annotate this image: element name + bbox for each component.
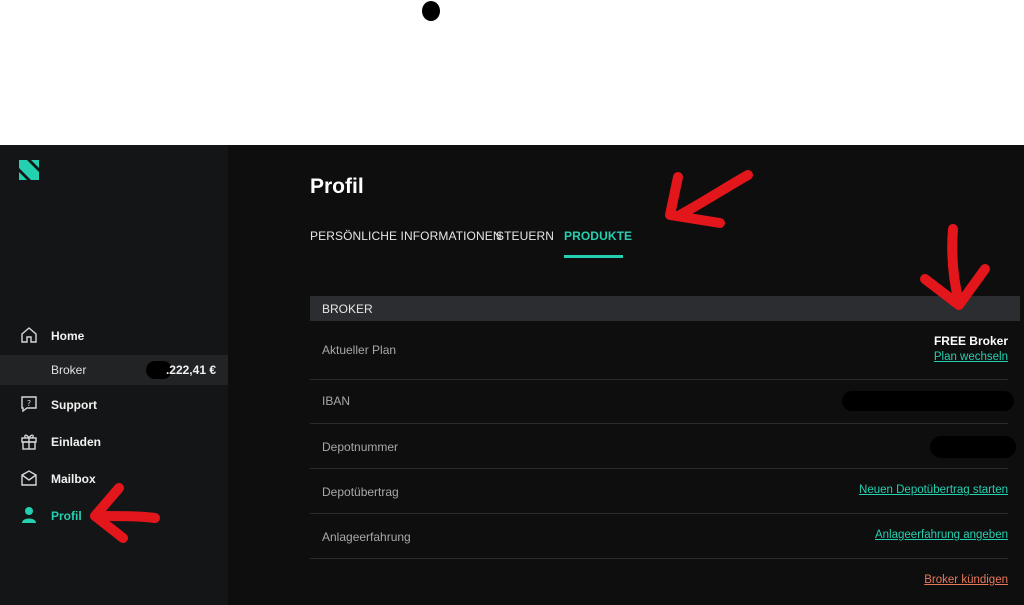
change-plan-link[interactable]: Plan wechseln bbox=[934, 351, 1008, 363]
page-title: Profil bbox=[310, 175, 364, 198]
sidebar-item-label: Einladen bbox=[51, 435, 102, 449]
main-content: Profil PERSÖNLICHE INFORMATIONEN STEUERN… bbox=[228, 145, 1024, 605]
sidebar-item-label: Support bbox=[51, 398, 97, 412]
row-label: Depotnummer bbox=[322, 440, 399, 454]
home-icon bbox=[21, 327, 37, 343]
annotation-arrow-icon bbox=[90, 483, 160, 543]
row-label: Depotübertrag bbox=[322, 485, 399, 499]
sidebar-item-label: Home bbox=[51, 329, 85, 343]
row-label: Anlageerfahrung bbox=[322, 530, 411, 544]
start-depot-transfer-link[interactable]: Neuen Depotübertrag starten bbox=[859, 484, 1008, 496]
svg-text:?: ? bbox=[27, 399, 31, 408]
row-depot-transfer: Depotübertrag Neuen Depotübertrag starte… bbox=[310, 469, 1008, 514]
brand-logo-icon bbox=[19, 160, 39, 180]
annotation-arrow-icon bbox=[665, 170, 753, 228]
section-header-broker: BROKER bbox=[310, 296, 1020, 321]
add-investment-experience-link[interactable]: Anlageerfahrung angeben bbox=[875, 529, 1008, 541]
row-label: Aktueller Plan bbox=[322, 343, 397, 357]
tab-persoenliche-informationen[interactable]: PERSÖNLICHE INFORMATIONEN bbox=[310, 229, 502, 243]
cancel-broker-link[interactable]: Broker kündigen bbox=[924, 574, 1008, 586]
broker-balance: .222,41 € bbox=[165, 363, 216, 377]
row-depot-number: Depotnummer bbox=[310, 424, 1016, 469]
sidebar-item-broker[interactable]: Broker .222,41 € bbox=[0, 355, 228, 385]
row-cancel-broker: Broker kündigen bbox=[310, 559, 1008, 603]
sidebar-item-label: Profil bbox=[51, 509, 82, 523]
redaction-mark bbox=[930, 436, 1016, 458]
row-iban: IBAN bbox=[310, 379, 1014, 424]
sidebar-item-label: Broker bbox=[51, 363, 87, 377]
row-label: IBAN bbox=[322, 394, 351, 408]
section-title: BROKER bbox=[322, 302, 373, 316]
redaction-mark bbox=[842, 391, 1014, 411]
sidebar-item-home[interactable]: Home bbox=[0, 321, 228, 351]
sidebar-item-support[interactable]: ? Support bbox=[0, 390, 228, 420]
row-current-plan: Aktueller Plan FREE Broker Plan wechseln bbox=[310, 321, 1008, 380]
plan-value: FREE Broker bbox=[933, 334, 1008, 348]
row-investment-experience: Anlageerfahrung Anlageerfahrung angeben bbox=[310, 514, 1008, 559]
tab-produkte[interactable]: PRODUKTE bbox=[564, 229, 632, 243]
gift-icon bbox=[21, 434, 37, 450]
tab-steuern[interactable]: STEUERN bbox=[496, 229, 554, 243]
sidebar-item-einladen[interactable]: Einladen bbox=[0, 427, 228, 457]
app-window: Home Broker .222,41 € ? Support Einladen bbox=[0, 145, 1024, 605]
question-icon: ? bbox=[21, 396, 37, 413]
user-icon bbox=[22, 507, 36, 523]
mail-icon bbox=[21, 470, 37, 486]
active-tab-indicator bbox=[564, 255, 623, 258]
redaction-mark bbox=[422, 1, 440, 21]
annotation-arrow-icon bbox=[920, 224, 990, 310]
